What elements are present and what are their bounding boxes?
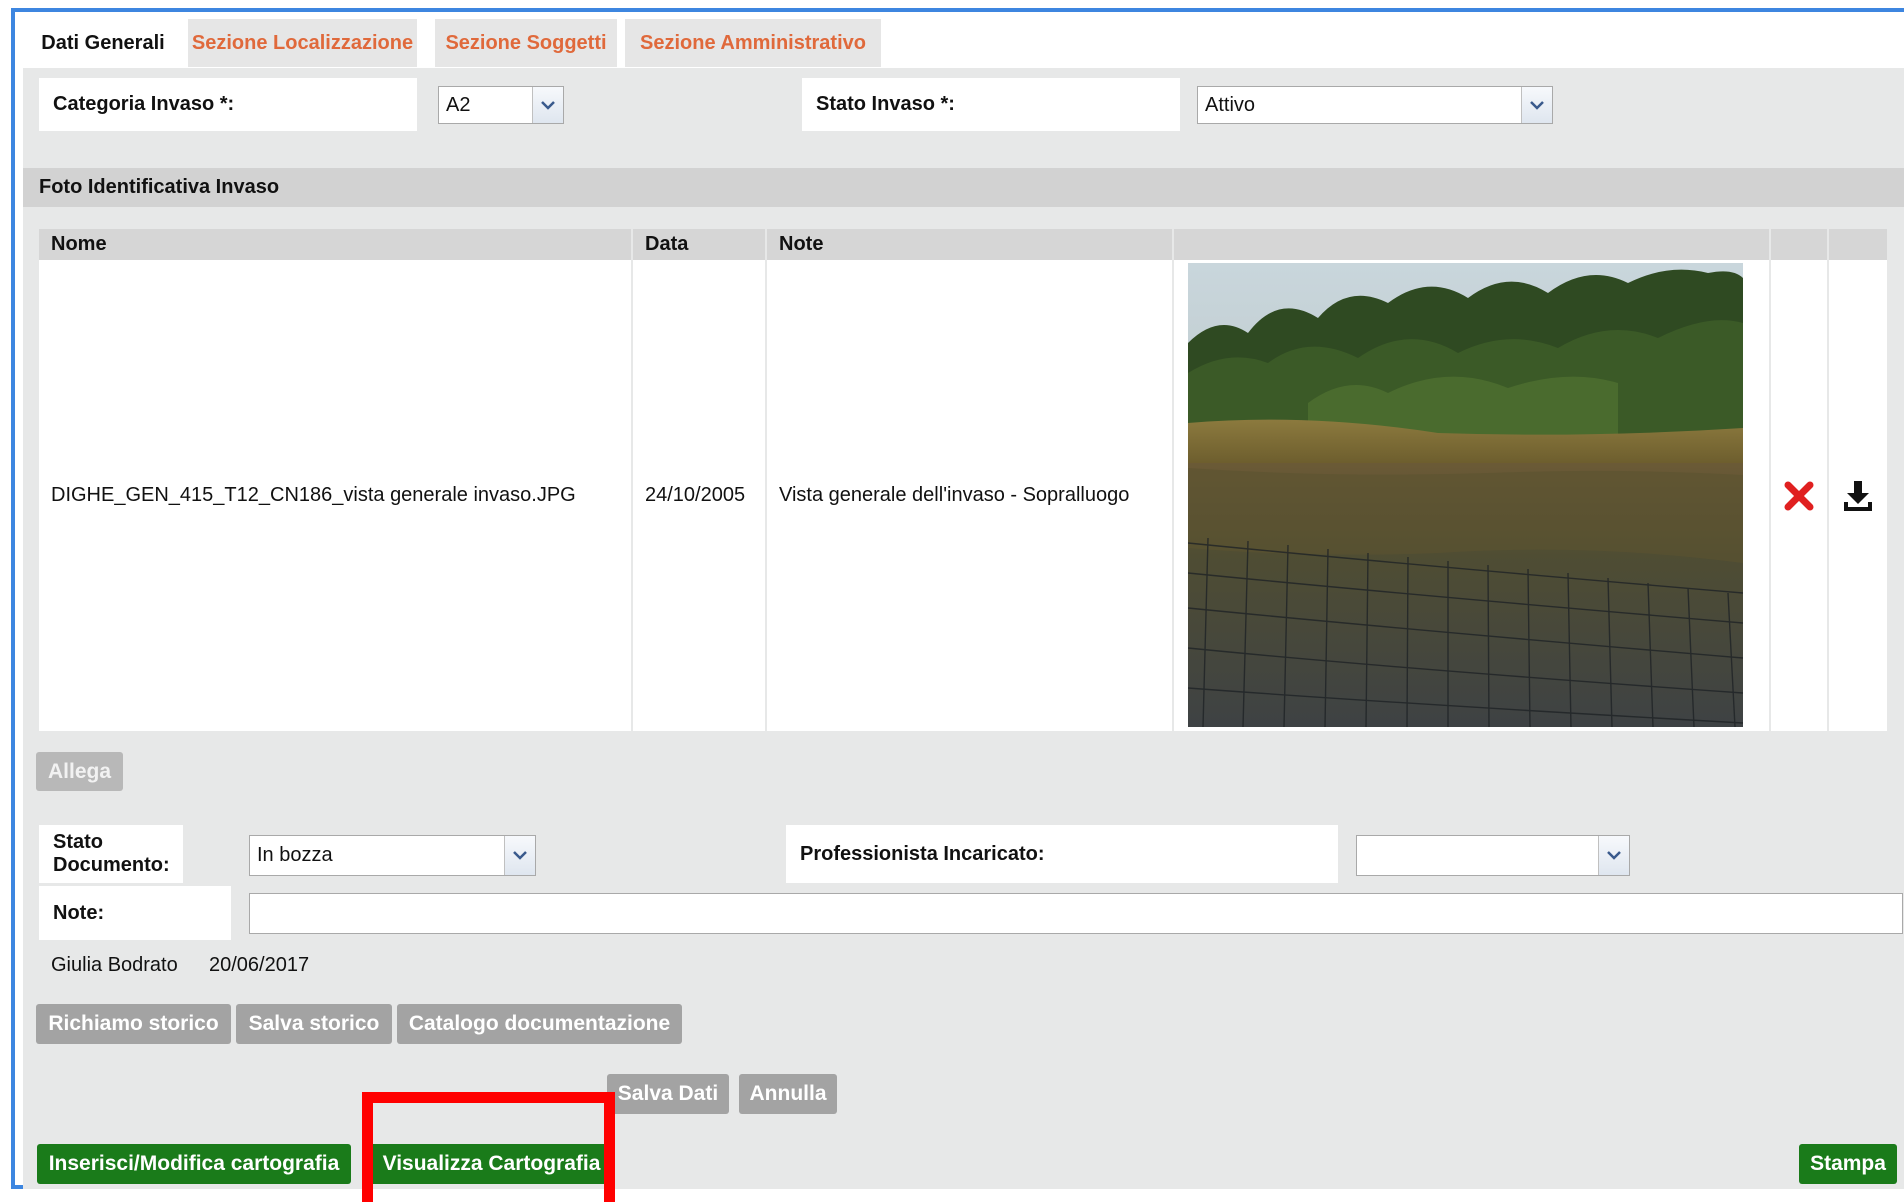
tab-sezione-localizzazione[interactable]: Sezione Localizzazione [188, 19, 417, 67]
categoria-invaso-value: A2 [446, 93, 471, 116]
note-label: Note: [39, 886, 231, 940]
chevron-down-icon[interactable] [1521, 87, 1552, 123]
chevron-down-icon[interactable] [532, 87, 563, 123]
stato-documento-value: In bozza [257, 844, 333, 866]
salva-storico-button[interactable]: Salva storico [236, 1004, 392, 1044]
inserisci-modifica-cartografia-button[interactable]: Inserisci/Modifica cartografia [37, 1144, 351, 1184]
close-x-icon[interactable] [1783, 480, 1815, 512]
categoria-invaso-select[interactable]: A2 [438, 86, 564, 124]
chevron-down-icon[interactable] [1598, 836, 1629, 875]
salva-dati-button[interactable]: Salva Dati [607, 1074, 729, 1114]
photo-row-thumbnail-cell [1174, 260, 1769, 731]
professionista-incaricato-select[interactable] [1356, 835, 1630, 876]
column-header-delete [1771, 229, 1827, 260]
chevron-down-icon[interactable] [504, 836, 535, 875]
photo-row-note: Vista generale dell'invaso - Sopralluogo [767, 260, 1172, 731]
foto-section-title: Foto Identificativa Invaso [23, 168, 1904, 207]
main-content: Categoria Invaso *: A2 Stato Invaso *: A… [23, 68, 1904, 1202]
note-input[interactable] [249, 893, 1903, 934]
app-frame: Dati Generali Sezione Localizzazione Sez… [11, 8, 1904, 1202]
column-header-data: Data [633, 229, 765, 260]
stato-invaso-label: Stato Invaso *: [802, 78, 1180, 131]
stato-documento-label: Stato Documento: [39, 825, 183, 883]
stato-invaso-value: Attivo [1205, 93, 1256, 116]
highlight-box [362, 1092, 615, 1202]
stato-documento-select[interactable]: In bozza [249, 835, 536, 876]
annulla-button[interactable]: Annulla [739, 1074, 837, 1114]
photo-row-data: 24/10/2005 [633, 260, 765, 731]
professionista-incaricato-label: Professionista Incaricato: [786, 825, 1338, 883]
richiamo-storico-button[interactable]: Richiamo storico [36, 1004, 231, 1044]
categoria-invaso-label: Categoria Invaso *: [39, 78, 417, 131]
lake-photo-thumbnail[interactable] [1188, 263, 1743, 727]
column-header-image [1174, 229, 1769, 260]
author-name: Giulia Bodrato [51, 954, 178, 976]
catalogo-documentazione-button[interactable]: Catalogo documentazione [397, 1004, 682, 1044]
download-icon[interactable] [1842, 479, 1874, 513]
column-header-download [1829, 229, 1887, 260]
author-date: 20/06/2017 [209, 954, 310, 976]
tab-sezione-soggetti[interactable]: Sezione Soggetti [435, 19, 617, 67]
allega-button[interactable]: Allega [36, 752, 123, 791]
photo-row-delete-cell [1771, 260, 1827, 731]
photo-row-download-cell [1829, 260, 1887, 731]
tab-dati-generali[interactable]: Dati Generali [23, 19, 183, 67]
stampa-button[interactable]: Stampa [1799, 1144, 1897, 1184]
column-header-note: Note [767, 229, 1172, 260]
tab-sezione-amministrativo[interactable]: Sezione Amministrativo [625, 19, 881, 67]
stato-invaso-select[interactable]: Attivo [1197, 86, 1553, 124]
photo-row-nome: DIGHE_GEN_415_T12_CN186_vista generale i… [39, 260, 631, 731]
column-header-nome: Nome [39, 229, 631, 260]
